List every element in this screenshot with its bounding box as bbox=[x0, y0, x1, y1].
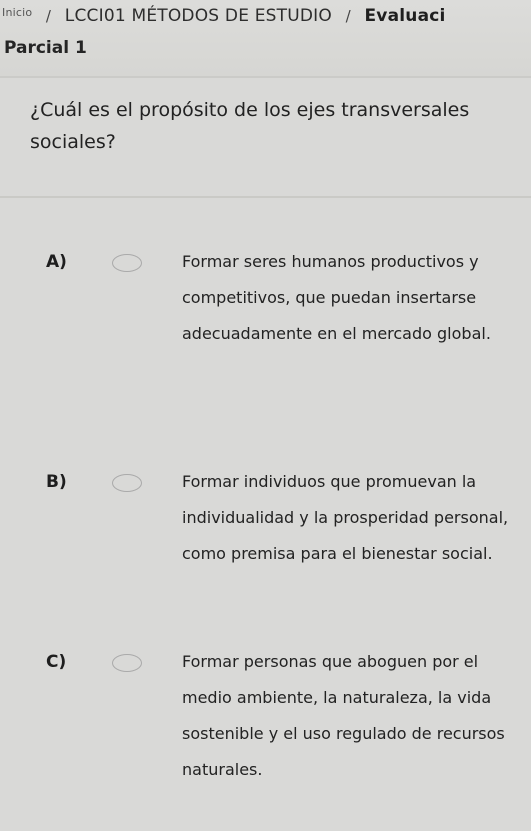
option-text: Formar personas que aboguen por el medio… bbox=[182, 652, 505, 779]
page-title: Parcial 1 bbox=[4, 38, 87, 58]
question-divider bbox=[0, 196, 531, 198]
radio-button[interactable] bbox=[112, 654, 142, 672]
breadcrumb-course-link[interactable]: LCCI01 MÉTODOS DE ESTUDIO bbox=[65, 6, 332, 26]
breadcrumb-separator: / bbox=[45, 7, 52, 25]
radio-button[interactable] bbox=[112, 474, 142, 492]
option-text: Formar individuos que promuevan la indiv… bbox=[182, 472, 509, 563]
breadcrumb-evaluation-link[interactable]: Evaluaci bbox=[364, 6, 445, 26]
option-letter: B) bbox=[46, 472, 67, 492]
option-text: Formar seres humanos productivos y compe… bbox=[182, 252, 491, 343]
breadcrumb-home-link[interactable]: Inicio bbox=[2, 6, 32, 19]
header-divider bbox=[0, 76, 531, 78]
option-letter: A) bbox=[46, 252, 67, 272]
breadcrumb: Inicio / LCCI01 MÉTODOS DE ESTUDIO / Eva… bbox=[0, 6, 446, 26]
breadcrumb-separator: / bbox=[345, 7, 351, 25]
header-bar: Inicio / LCCI01 MÉTODOS DE ESTUDIO / Eva… bbox=[0, 0, 531, 76]
radio-button[interactable] bbox=[112, 254, 142, 272]
question-text: ¿Cuál es el propósito de los ejes transv… bbox=[30, 99, 470, 153]
option-letter: C) bbox=[46, 652, 67, 672]
